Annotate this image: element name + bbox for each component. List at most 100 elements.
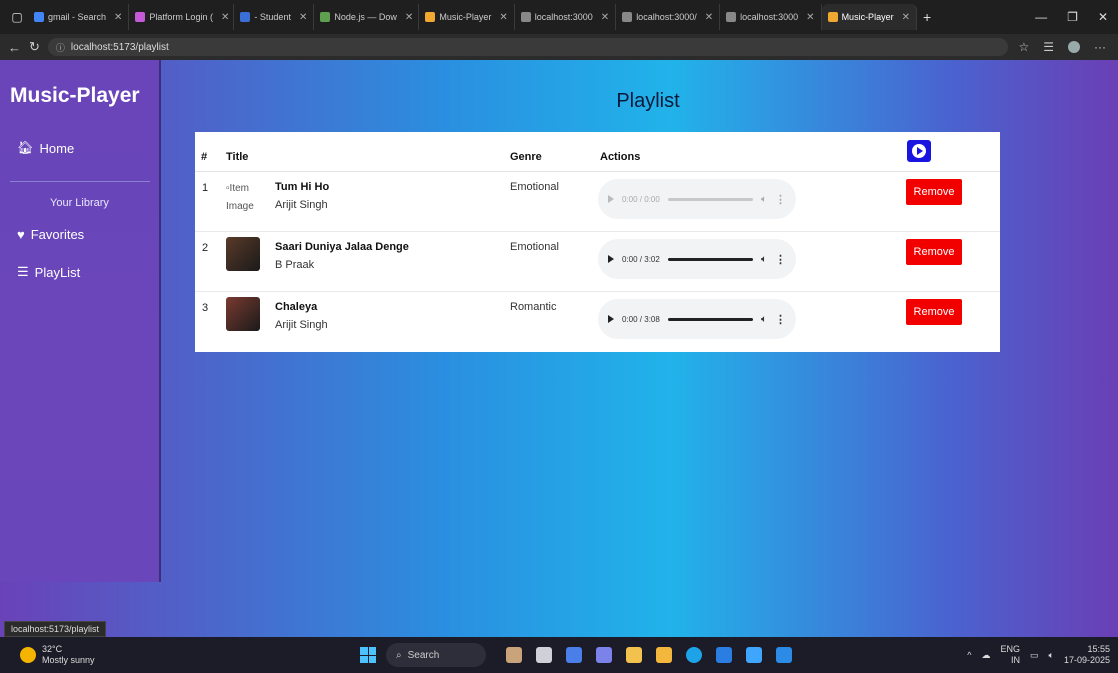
browser-tab[interactable]: localhost:3000 ✕: [720, 4, 822, 30]
close-tab-icon[interactable]: ✕: [902, 12, 910, 23]
close-tab-icon[interactable]: ✕: [705, 12, 713, 23]
volume-icon[interactable]: 🔈︎: [761, 314, 767, 325]
album-art: [226, 297, 260, 331]
sidebar-item-favorites[interactable]: ♥ Favorites: [17, 227, 84, 242]
column-header-title: Title: [226, 151, 249, 163]
back-icon[interactable]: ←: [8, 40, 21, 55]
sidebar: Music-Player 🏠︎ Home Your Library ♥ Favo…: [0, 60, 161, 582]
browser-tab[interactable]: gmail - Search ✕: [28, 4, 130, 30]
page-title: Playlist: [616, 90, 680, 112]
tab-favicon-icon: [726, 12, 737, 22]
teams-icon[interactable]: [596, 647, 612, 663]
maximize-icon[interactable]: ❐: [1067, 10, 1078, 24]
audio-player[interactable]: 0:00 / 3:02 🔈︎ ⋮: [598, 239, 796, 279]
favorites-bar-icon[interactable]: ☰: [1043, 40, 1054, 54]
vscode-icon[interactable]: [776, 647, 792, 663]
edge-icon[interactable]: [686, 647, 702, 663]
clock[interactable]: 15:55 17-09-2025: [1064, 644, 1110, 666]
close-tab-icon[interactable]: ✕: [221, 12, 229, 23]
close-tab-icon[interactable]: ✕: [114, 12, 122, 23]
broken-image: ▫Item Image: [226, 180, 266, 216]
url-field[interactable]: ⓘ localhost:5173/playlist: [47, 38, 1008, 56]
reload-icon[interactable]: ↻: [29, 39, 40, 55]
windows-taskbar: 32°C Mostly sunny ⌕ Search ^ ☁ ENG IN ▭ …: [0, 637, 1118, 673]
taskbar-app-icon[interactable]: [626, 647, 642, 663]
app-viewport: Music-Player 🏠︎ Home Your Library ♥ Favo…: [0, 60, 1118, 637]
clock-date: 17-09-2025: [1063, 655, 1110, 665]
song-artist: Arijit Singh: [275, 199, 328, 211]
more-options-icon[interactable]: ⋮: [775, 313, 786, 326]
remove-button[interactable]: Remove: [906, 299, 962, 325]
display-icon[interactable]: ▭: [1030, 650, 1039, 661]
play-icon[interactable]: [608, 255, 614, 263]
new-tab-icon[interactable]: +: [923, 9, 931, 25]
site-info-icon[interactable]: ⓘ: [56, 41, 65, 54]
browser-tab[interactable]: localhost:3000 ✕: [515, 4, 617, 30]
system-tray: ^ ☁ ENG IN ▭ 🔈︎ 15:55 17-09-2025: [967, 644, 1118, 666]
store-icon[interactable]: [716, 647, 732, 663]
close-tab-icon[interactable]: ✕: [601, 12, 609, 23]
language-indicator[interactable]: ENG IN: [1001, 644, 1021, 666]
audio-seek-bar[interactable]: [667, 257, 753, 261]
file-explorer-icon[interactable]: [656, 647, 672, 663]
play-icon[interactable]: [608, 195, 614, 203]
volume-icon[interactable]: 🔈︎: [761, 254, 767, 265]
windows-start-icon[interactable]: [360, 647, 376, 663]
close-window-icon[interactable]: ✕: [1098, 10, 1108, 24]
taskbar-app-icon[interactable]: [566, 647, 582, 663]
audio-player[interactable]: 0:00 / 0:00 🔈︎ ⋮: [598, 179, 796, 219]
weather-widget[interactable]: 32°C Mostly sunny: [20, 644, 330, 666]
audio-seek-bar[interactable]: [667, 317, 753, 321]
column-header-num: #: [201, 151, 208, 163]
close-tab-icon[interactable]: ✕: [405, 12, 413, 23]
more-options-icon[interactable]: ⋮: [775, 193, 786, 206]
playlist-table: # Title Genre Actions 1 ▫Item Image Tum Hi…: [195, 132, 1000, 352]
more-options-icon[interactable]: ⋮: [775, 253, 786, 266]
tab-favicon-icon: [425, 12, 436, 22]
taskbar-search[interactable]: ⌕ Search: [386, 643, 486, 667]
song-artist: B Praak: [275, 259, 315, 271]
song-genre: Emotional: [510, 181, 559, 193]
sidebar-divider: [10, 181, 150, 182]
browser-tab[interactable]: Music-Player ✕: [821, 4, 917, 30]
more-menu-icon[interactable]: ···: [1094, 40, 1106, 54]
tab-favicon-icon: [240, 12, 251, 22]
close-tab-icon[interactable]: ✕: [499, 12, 507, 23]
window-controls: — ❐ ✕: [1035, 10, 1118, 24]
remove-button[interactable]: Remove: [906, 179, 962, 205]
volume-icon[interactable]: 🔈︎: [761, 194, 767, 205]
tab-favicon-icon: [34, 12, 44, 22]
tab-label: Music-Player: [841, 12, 894, 22]
audio-seek-bar[interactable]: [667, 197, 753, 201]
browser-tab[interactable]: Platform Login (✕: [129, 4, 235, 30]
taskbar-app-icon[interactable]: [536, 647, 552, 663]
bookmark-star-icon[interactable]: ☆: [1018, 40, 1029, 54]
browser-tab[interactable]: - Student ✕: [234, 4, 315, 30]
weather-desc: Mostly sunny: [42, 655, 95, 665]
close-tab-icon[interactable]: ✕: [299, 12, 307, 23]
close-tab-icon[interactable]: ✕: [806, 12, 814, 23]
chevron-up-icon[interactable]: ^: [967, 650, 971, 660]
table-header: # Title Genre Actions: [195, 132, 1000, 172]
browser-tab[interactable]: Node.js — Dow ✕: [314, 4, 420, 30]
remove-button[interactable]: Remove: [906, 239, 962, 265]
sidebar-item-home[interactable]: 🏠︎ Home: [17, 140, 74, 156]
taskbar-app-icon[interactable]: [746, 647, 762, 663]
volume-icon[interactable]: 🔈︎: [1049, 650, 1054, 661]
tab-actions-icon[interactable]: ▢: [6, 6, 28, 28]
sidebar-item-label: Home: [39, 140, 75, 156]
play-all-button[interactable]: [907, 140, 931, 162]
audio-player[interactable]: 0:00 / 3:08 🔈︎ ⋮: [598, 299, 796, 339]
sidebar-item-playlist[interactable]: ☰ PlayList: [17, 264, 80, 280]
sidebar-item-label: Favorites: [30, 227, 85, 242]
taskbar-app-icon[interactable]: [506, 647, 522, 663]
tab-favicon-icon: [622, 12, 633, 22]
profile-icon[interactable]: [1068, 41, 1080, 53]
browser-tab[interactable]: localhost:3000/ ✕: [616, 4, 721, 30]
minimize-icon[interactable]: —: [1035, 10, 1047, 24]
taskbar-search-label: Search: [407, 649, 440, 661]
song-title: Tum Hi Ho: [275, 181, 330, 193]
cloud-icon[interactable]: ☁: [982, 650, 991, 661]
play-icon[interactable]: [608, 315, 614, 323]
browser-tab[interactable]: Music-Player ✕: [419, 4, 515, 30]
